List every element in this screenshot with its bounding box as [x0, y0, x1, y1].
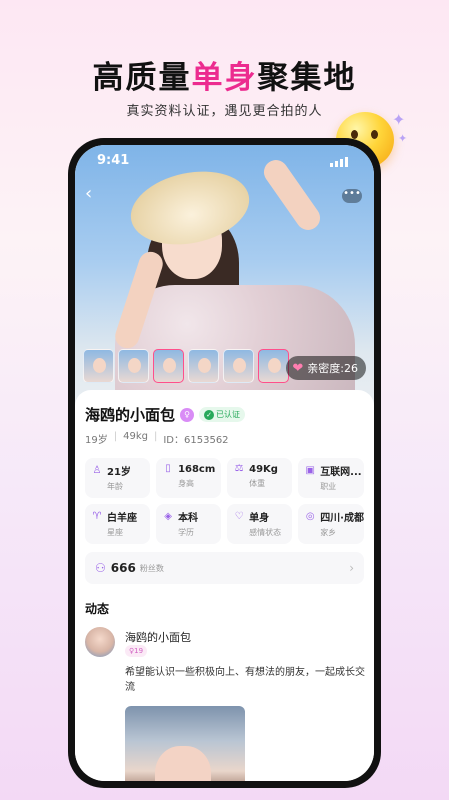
- info-value: 21岁: [107, 467, 131, 478]
- info-hometown: ◎ 四川·成都 家乡: [298, 504, 364, 544]
- thumbnail[interactable]: [258, 349, 289, 383]
- headline-part2: 聚集地: [257, 60, 357, 96]
- post-age: 19: [134, 647, 144, 655]
- info-value: 49Kg: [249, 463, 278, 475]
- sparkle-icon: ✦: [392, 110, 406, 129]
- verified-label: 已认证: [216, 410, 241, 419]
- ruler-icon: ▯: [165, 463, 171, 474]
- headline-part1: 高质量: [92, 60, 192, 96]
- info-label: 星座: [107, 528, 123, 537]
- post-text: 希望能认识一些积极向上、有想法的朋友，一起成长交流: [125, 667, 365, 693]
- info-value: 互联网...: [320, 467, 362, 478]
- people-icon: ⚇: [95, 561, 106, 575]
- post-author[interactable]: 海鸥的小面包: [125, 629, 191, 645]
- post-image[interactable]: [125, 706, 245, 781]
- avatar[interactable]: [85, 627, 115, 657]
- status-bar: 9:41: [75, 153, 374, 173]
- phone-frame: 9:41 ‹ ••• ❤ 亲密度:26 海鸥的小面包 ♀ ✓ 已认证 19岁 |…: [68, 138, 381, 788]
- fans-label: 粉丝数: [139, 563, 164, 573]
- info-job: ▣ 互联网... 职业: [298, 458, 364, 498]
- thumbnail[interactable]: [188, 349, 219, 383]
- info-value: 168cm: [178, 463, 216, 475]
- meta-weight: 49kg: [123, 431, 148, 442]
- graduation-icon: ◈: [164, 510, 172, 522]
- info-weight: ⚖ 49Kg 体重: [227, 458, 293, 498]
- phone-screen: 9:41 ‹ ••• ❤ 亲密度:26 海鸥的小面包 ♀ ✓ 已认证 19岁 |…: [75, 145, 374, 781]
- chevron-right-icon: ›: [349, 561, 354, 575]
- section-title: 动态: [85, 602, 110, 616]
- verified-badge: ✓ 已认证: [199, 407, 246, 422]
- info-label: 职业: [320, 482, 337, 491]
- thumbnail[interactable]: [223, 349, 254, 383]
- intimacy-badge: ❤ 亲密度:26: [286, 356, 366, 380]
- info-label: 身高: [178, 479, 195, 488]
- heart-outline-icon: ♡: [234, 510, 244, 522]
- thumbnail-active[interactable]: [153, 349, 184, 383]
- info-label: 学历: [178, 528, 195, 537]
- info-relationship: ♡ 单身 感情状态: [227, 504, 293, 544]
- info-age: ♙ 21岁 年龄: [85, 458, 151, 498]
- back-icon[interactable]: ‹: [85, 183, 92, 204]
- person-icon: ♙: [92, 464, 102, 476]
- thumbnail[interactable]: [83, 349, 114, 383]
- info-value: 单身: [249, 513, 270, 524]
- info-education: ◈ 本科 学历: [156, 504, 222, 544]
- profile-card: 海鸥的小面包 ♀ ✓ 已认证 19岁 | 49kg | ID：6153562 ♙…: [75, 390, 374, 781]
- location-icon: ◎: [305, 510, 315, 522]
- status-time: 9:41: [97, 153, 130, 168]
- scale-icon: ⚖: [234, 463, 244, 474]
- headline-highlight: 单身: [191, 60, 258, 96]
- heart-icon: ❤: [292, 360, 304, 376]
- post-age-badge: ♀19: [125, 645, 148, 657]
- name-row: 海鸥的小面包 ♀ ✓ 已认证: [85, 404, 364, 425]
- post-item[interactable]: 海鸥的小面包 ♀19 希望能认识一些积极向上、有想法的朋友，一起成长交流: [85, 627, 365, 781]
- info-label: 家乡: [320, 528, 337, 537]
- info-label: 年龄: [107, 482, 123, 491]
- profile-name: 海鸥的小面包: [85, 406, 176, 424]
- info-grid: ♙ 21岁 年龄 ▯ 168cm 身高 ⚖ 49Kg 体重 ▣ 互联网... 职业 ♈ 白…: [85, 458, 364, 544]
- briefcase-icon: ▣: [305, 464, 315, 476]
- fans-row[interactable]: ⚇ 666 粉丝数 ›: [85, 552, 364, 584]
- sparkle-icon: ✦: [398, 132, 408, 145]
- info-zodiac: ♈ 白羊座 星座: [85, 504, 151, 544]
- more-icon[interactable]: •••: [342, 189, 362, 203]
- info-label: 感情状态: [249, 528, 282, 537]
- info-value: 四川·成都: [320, 513, 364, 524]
- check-icon: ✓: [204, 409, 215, 420]
- meta-age: 19岁: [85, 435, 108, 446]
- info-label: 体重: [249, 479, 266, 488]
- female-icon: ♀: [180, 407, 195, 422]
- photo-thumbnails: [83, 349, 289, 383]
- aries-icon: ♈: [92, 510, 102, 522]
- signal-icon: [330, 157, 348, 167]
- info-value: 白羊座: [107, 513, 137, 524]
- fans-count: 666: [110, 561, 136, 575]
- meta-id: ID：6153562: [163, 435, 229, 446]
- intimacy-text: 亲密度:26: [307, 362, 358, 375]
- headline: 高质量单身聚集地: [0, 52, 449, 97]
- info-height: ▯ 168cm 身高: [156, 458, 222, 498]
- info-value: 本科: [178, 513, 199, 524]
- meta-row: 19岁 | 49kg | ID：6153562: [85, 431, 229, 446]
- thumbnail[interactable]: [118, 349, 149, 383]
